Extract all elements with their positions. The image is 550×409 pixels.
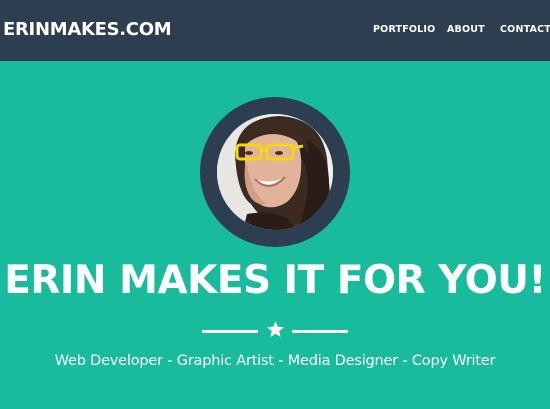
nav-link-portfolio[interactable]: PORTFOLIO (373, 24, 435, 35)
nav-link-contact[interactable]: CONTACT (500, 24, 550, 35)
star-icon (267, 321, 284, 338)
avatar-ring (200, 97, 350, 247)
profile-photo-graphic (217, 114, 333, 230)
brand-logo-link[interactable]: ERINMAKES.COM (3, 19, 172, 40)
navbar: ERINMAKES.COM PORTFOLIO ABOUT CONTACT (0, 0, 550, 61)
divider-line-right (292, 330, 348, 333)
star-divider (202, 319, 348, 343)
hero-tagline: Web Developer - Graphic Artist - Media D… (54, 353, 496, 369)
nav-link-about[interactable]: ABOUT (447, 24, 485, 35)
profile-photo (217, 114, 333, 230)
hero-headline: ERIN MAKES IT FOR YOU! (4, 258, 546, 303)
divider-line-left (202, 330, 258, 333)
